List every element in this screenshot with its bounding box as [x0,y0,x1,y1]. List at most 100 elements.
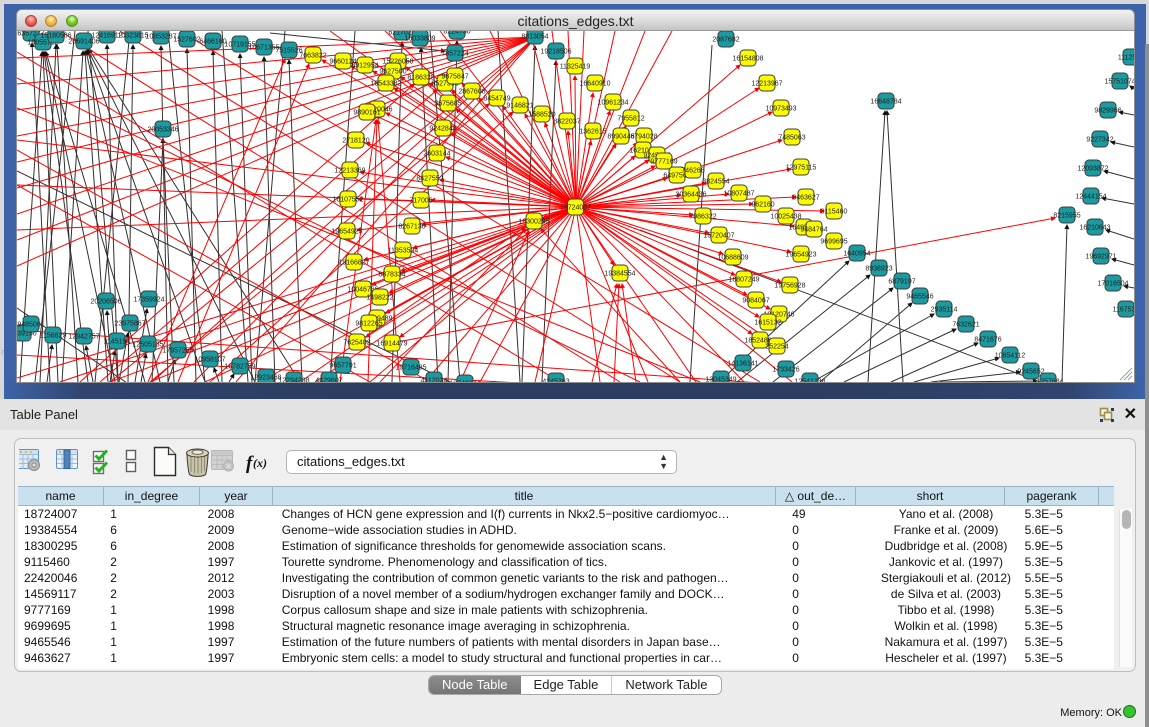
svg-text:18807249: 18807249 [728,277,759,284]
svg-text:10961234: 10961234 [597,100,628,107]
svg-text:6794028: 6794028 [630,134,657,141]
svg-text:23975867: 23975867 [114,321,145,328]
svg-text:8938923: 8938923 [865,266,892,273]
svg-text:9115460: 9115460 [821,209,848,216]
svg-text:7986322: 7986322 [689,214,716,221]
svg-text:4112034: 4112034 [421,378,448,383]
svg-text:2603144: 2603144 [423,151,450,158]
svg-text:12213369: 12213369 [334,168,365,175]
svg-text:19218506: 19218506 [540,49,571,56]
svg-text:21257684: 21257684 [1032,379,1063,383]
svg-text:11353594: 11353594 [388,248,419,255]
svg-text:15751074: 15751074 [1104,79,1134,86]
svg-text:9484764: 9484764 [800,227,827,234]
svg-text:19654925: 19654925 [331,229,362,236]
svg-text:4429607: 4429607 [315,378,342,383]
svg-text:11325419: 11325419 [560,64,591,71]
svg-text:19166827: 19166827 [338,260,369,267]
svg-text:1156829: 1156829 [40,333,67,340]
svg-text:3824554: 3824554 [702,179,729,186]
svg-text:10807487: 10807487 [723,191,754,198]
svg-text:2087682: 2087682 [712,37,739,44]
svg-text:12942757: 12942757 [68,334,99,341]
svg-text:1498222: 1498222 [366,295,393,302]
svg-text:10654112: 10654112 [995,353,1026,360]
svg-text:2718120: 2718120 [342,138,369,145]
svg-text:8224730: 8224730 [443,31,470,36]
svg-text:1615132: 1615132 [754,320,781,327]
svg-text:12093872: 12093872 [1077,166,1108,173]
svg-text:12541238: 12541238 [794,379,825,383]
svg-text:8215955: 8215955 [1053,213,1080,220]
svg-text:18300295: 18300295 [518,219,549,226]
svg-text:12505135: 12505135 [132,342,163,349]
svg-text:1112543: 1112543 [1118,55,1134,62]
svg-text:16107552: 16107552 [332,197,363,204]
svg-text:9146821: 9146821 [506,103,533,110]
svg-text:19384554: 19384554 [604,271,635,278]
svg-text:8267130: 8267130 [398,224,425,231]
svg-text:9485061: 9485061 [17,322,44,329]
svg-text:16543382: 16543382 [370,81,401,88]
svg-text:6879197: 6879197 [888,279,915,286]
svg-text:1640954: 1640954 [843,251,870,258]
svg-text:16210643: 16210643 [1079,225,1110,232]
svg-text:10025438: 10025438 [770,214,801,221]
svg-text:12213967: 12213967 [751,81,782,88]
svg-text:7625402: 7625402 [343,340,370,347]
svg-text:8822037: 8822037 [553,119,580,126]
svg-text:16033809: 16033809 [404,36,435,43]
svg-text:10973493: 10973493 [765,106,796,113]
svg-text:16640910: 16640910 [579,81,610,88]
svg-text:12294238: 12294238 [278,378,309,383]
svg-text:16154808: 16154808 [732,56,763,63]
svg-text:18724007: 18724007 [560,205,591,212]
svg-text:9627500: 9627500 [379,69,406,76]
svg-text:8912954: 8912954 [351,63,378,70]
svg-text:17016504: 17016504 [1097,281,1128,288]
svg-text:9463627: 9463627 [792,195,819,202]
svg-text:20053346: 20053346 [147,127,178,134]
svg-text:252254: 252254 [765,344,788,351]
svg-text:15720407: 15720407 [703,233,734,240]
svg-text:9227342: 9227342 [1086,137,1113,144]
svg-text:9875847: 9875847 [441,74,468,81]
svg-text:7857224: 7857224 [441,51,468,58]
svg-text:8813054: 8813054 [521,34,548,41]
svg-text:1362615: 1362615 [579,129,606,136]
svg-text:9699695: 9699695 [820,239,847,246]
svg-text:17957255: 17957255 [162,348,193,355]
svg-text:9777169: 9777169 [650,159,677,166]
svg-text:15180586: 15180586 [40,33,71,40]
svg-text:10853287: 10853287 [145,34,176,41]
svg-text:7955812: 7955812 [617,116,644,123]
svg-text:717006: 717006 [409,198,432,205]
svg-text:8454749: 8454749 [483,96,510,103]
svg-text:14136141: 14136141 [727,361,758,368]
svg-text:9084067: 9084067 [742,298,769,305]
svg-text:8471676: 8471676 [974,337,1001,344]
svg-text:2867608: 2867608 [458,89,485,96]
svg-text:20691406: 20691406 [68,39,99,46]
svg-text:13045349: 13045349 [705,377,736,383]
svg-text:1145194: 1145194 [104,339,131,346]
svg-text:9657791: 9657791 [329,363,356,370]
svg-text:9242848: 9242848 [429,126,456,133]
svg-text:8427552: 8427552 [416,176,443,183]
svg-text:19716485: 19716485 [395,365,426,372]
svg-text:12975115: 12975115 [786,165,817,172]
svg-text:10958107: 10958107 [194,357,225,364]
svg-text:7632621: 7632621 [952,322,979,329]
svg-text:20364436: 20364436 [675,192,706,199]
svg-text:17359924: 17359924 [133,297,164,304]
svg-text:10688609: 10688609 [717,255,748,262]
svg-text:3675685: 3675685 [434,101,461,108]
svg-text:1527602: 1527602 [173,37,200,44]
svg-text:12923468: 12923468 [250,375,281,382]
svg-text:19692971: 19692971 [1085,254,1116,261]
svg-text:7663822: 7663822 [299,53,326,60]
svg-text:746266: 746266 [681,168,704,175]
svg-text:13748244: 13748244 [449,381,480,383]
svg-text:20206506: 20206506 [90,299,121,306]
svg-text:8878334: 8878334 [378,272,405,279]
